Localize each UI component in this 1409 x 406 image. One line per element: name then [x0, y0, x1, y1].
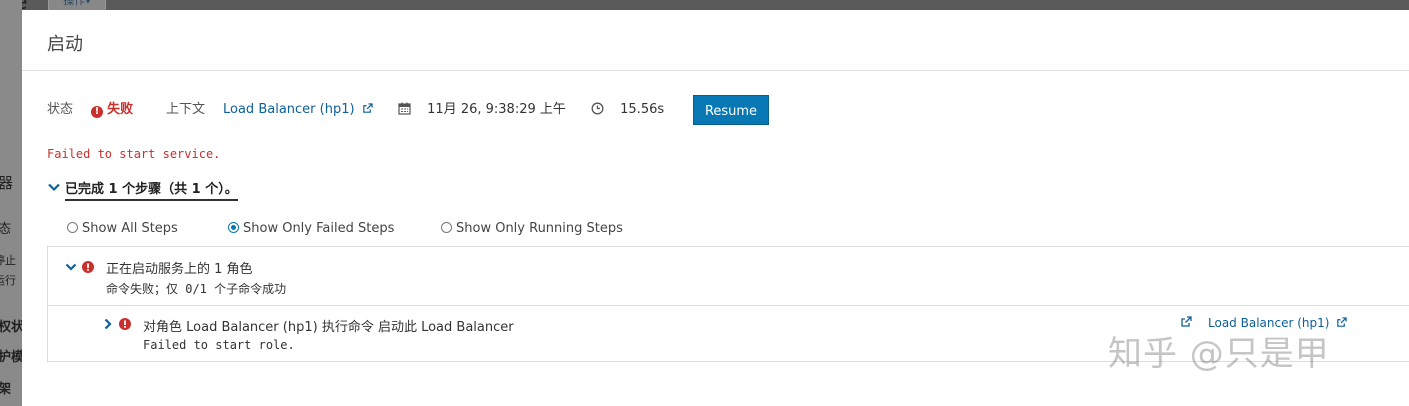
failure-message: Failed to start service. [47, 147, 221, 161]
task-title: 对角色 Load Balancer (hp1) 执行命令 启动此 Load Ba… [143, 320, 514, 335]
error-icon [119, 318, 131, 330]
external-link-icon [1337, 317, 1347, 327]
radio-button[interactable] [441, 222, 452, 233]
status-value: ! 失败 [91, 95, 133, 125]
background-sidebar: 器 态 停止 运行 权状 护模 架 [0, 0, 22, 406]
status-row: 状态 ! 失败 上下文 Load Balancer (hp1) 11月 26, … [47, 95, 1047, 125]
chevron-down-icon[interactable] [65, 261, 77, 273]
watermark: 知乎 @只是甲 [1108, 334, 1330, 374]
background-topbar [0, 0, 1409, 10]
radio-button[interactable] [67, 222, 78, 233]
background-sidebar-fragment: 态 [0, 222, 12, 237]
calendar-icon [398, 102, 411, 115]
modal-header: 启动 [22, 10, 1409, 71]
context-link[interactable]: Load Balancer (hp1) [223, 95, 373, 125]
external-link-icon [362, 103, 373, 113]
filter-show-running[interactable]: Show Only Running Steps [441, 218, 623, 240]
clock-icon [591, 102, 604, 115]
filter-label: Show Only Failed Steps [243, 221, 395, 236]
modal-title: 启动 [47, 34, 83, 55]
filter-label: Show All Steps [82, 221, 178, 236]
duration: 15.56s [591, 95, 664, 125]
filter-label: Show Only Running Steps [456, 221, 623, 236]
status-label: 状态 [47, 102, 74, 117]
chevron-right-icon[interactable] [102, 318, 114, 330]
background-sidebar-fragment: 器 [0, 174, 14, 192]
filter-show-failed[interactable]: Show Only Failed Steps [228, 218, 394, 240]
step-filter-group: Show All Steps Show Only Failed Steps Sh… [67, 218, 767, 240]
datetime: 11月 26, 9:38:29 上午 [398, 95, 566, 125]
context-label: 上下文 [166, 102, 206, 117]
datetime-text: 11月 26, 9:38:29 上午 [427, 102, 566, 117]
status-failed-text: 失败 [107, 102, 134, 117]
steps-summary-text[interactable]: 已完成 1 个步骤（共 1 个）。 [65, 178, 238, 201]
error-icon [82, 261, 94, 273]
chevron-down-icon [48, 183, 60, 192]
error-icon: ! [91, 106, 103, 118]
task-row[interactable]: 正在启动服务上的 1 角色 命令失败；仅 0/1 个子命令成功 [48, 247, 1409, 306]
background-sidebar-fragment: 停止 [0, 254, 16, 267]
context-link-text[interactable]: Load Balancer (hp1) [223, 102, 355, 117]
background-sidebar-fragment: 护模 [0, 350, 22, 365]
task-title: 正在启动服务上的 1 角色 [106, 262, 253, 277]
task-subtitle: Failed to start role. [143, 338, 295, 352]
duration-text: 15.56s [620, 102, 665, 117]
background-sidebar-fragment: 架 [0, 382, 12, 397]
filter-show-all[interactable]: Show All Steps [67, 218, 178, 240]
task-subtitle: 命令失败；仅 0/1 个子命令成功 [106, 282, 287, 296]
radio-button-checked[interactable] [228, 222, 239, 233]
background-sidebar-fragment: 权状 [0, 320, 22, 335]
resume-button[interactable]: Resume [693, 95, 769, 125]
background-sidebar-fragment: 运行 [0, 274, 16, 287]
